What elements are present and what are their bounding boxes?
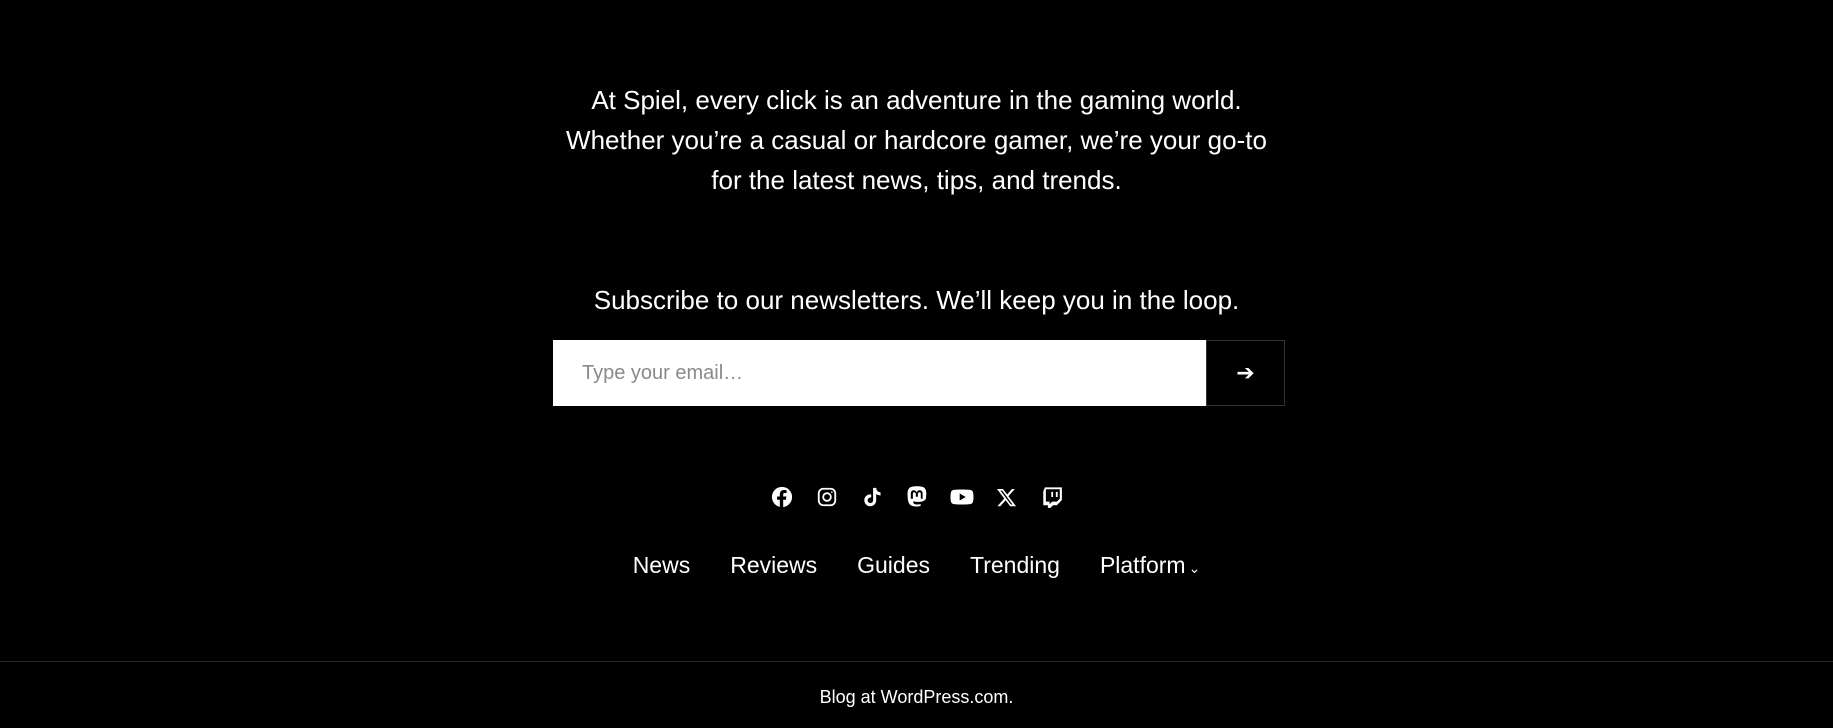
- social-links: [0, 485, 1833, 509]
- intro-line: Whether you’re a casual or hardcore game…: [566, 125, 1267, 155]
- youtube-icon[interactable]: [950, 485, 974, 509]
- nav-item-trending[interactable]: Trending: [970, 550, 1060, 583]
- nav-item-label: Platform: [1099, 552, 1186, 578]
- subscribe-heading: Subscribe to our newsletters. We’ll keep…: [593, 285, 1240, 315]
- intro-text: At Spiel, every click is an adventure in…: [0, 80, 1833, 200]
- subscribe-submit-button[interactable]: ➔: [1206, 340, 1285, 406]
- facebook-icon[interactable]: [770, 485, 794, 509]
- arrow-right-icon: ➔: [1236, 360, 1255, 386]
- subscribe-form: ➔: [553, 340, 1285, 406]
- chevron-down-icon: ⌄: [1188, 560, 1201, 576]
- tiktok-icon[interactable]: [860, 485, 884, 509]
- nav-item-guides[interactable]: Guides: [857, 550, 930, 583]
- footer-credit: Blog at WordPress.com.: [0, 684, 1833, 710]
- wordpress-credit-link[interactable]: Blog at WordPress.com.: [820, 687, 1014, 707]
- email-field[interactable]: [553, 340, 1206, 406]
- intro-line: At Spiel, every click is an adventure in…: [591, 85, 1242, 115]
- twitch-icon[interactable]: [1040, 485, 1064, 509]
- mastodon-icon[interactable]: [905, 485, 929, 509]
- intro-line: for the latest news, tips, and trends.: [711, 165, 1122, 195]
- nav-item-platform[interactable]: Platform ⌄: [1100, 550, 1200, 583]
- instagram-icon[interactable]: [815, 485, 839, 509]
- footer-nav: News Reviews Guides Trending Platform ⌄: [0, 550, 1833, 583]
- nav-item-reviews[interactable]: Reviews: [730, 550, 817, 583]
- x-icon[interactable]: [995, 485, 1019, 509]
- nav-item-news[interactable]: News: [633, 550, 691, 583]
- footer-divider: [0, 661, 1833, 662]
